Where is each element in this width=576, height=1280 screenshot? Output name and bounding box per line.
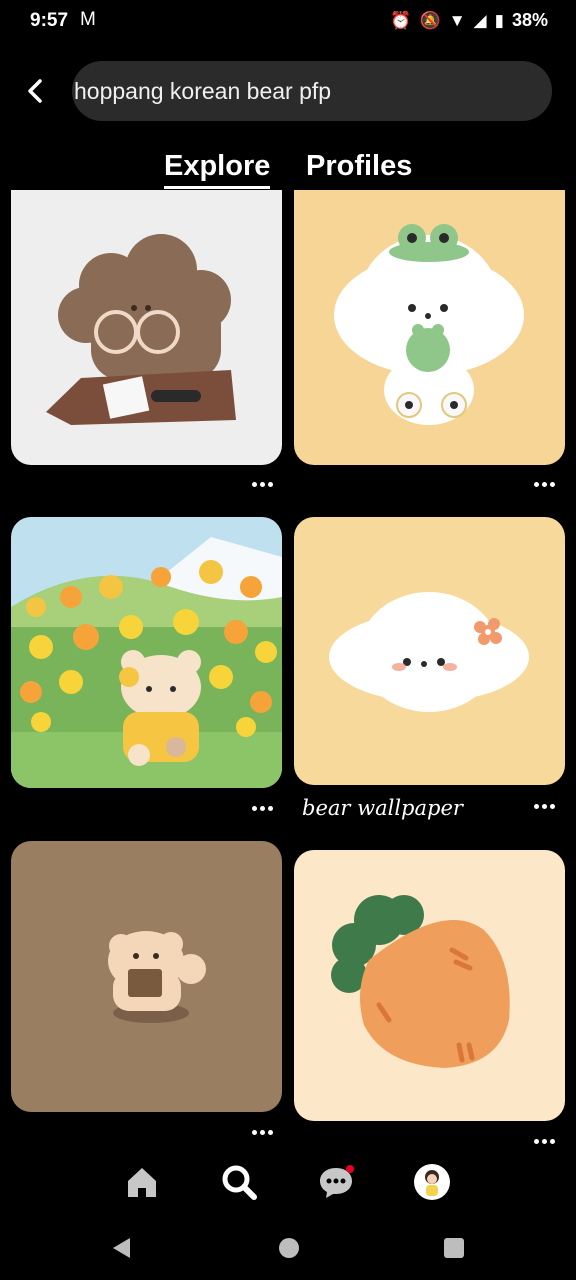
nav-messages[interactable] <box>314 1160 358 1204</box>
more-options-button[interactable] <box>248 476 276 492</box>
pin-image[interactable] <box>11 190 282 465</box>
battery-percent: 38% <box>511 10 548 30</box>
recents-square-icon[interactable] <box>442 1236 466 1260</box>
mute-icon: 🔕 <box>419 10 441 30</box>
battery-icon: ▮ <box>494 10 504 30</box>
tab-bar: Explore Profiles <box>0 150 576 190</box>
chevron-left-icon <box>28 79 42 103</box>
home-circle-icon[interactable] <box>277 1236 301 1260</box>
notification-dot <box>346 1165 354 1173</box>
puppy-face-illustration <box>294 517 565 785</box>
tab-profiles-label: Profiles <box>306 150 413 182</box>
pin-image[interactable] <box>11 841 282 1112</box>
carrot-illustration <box>294 850 565 1121</box>
signal-icon: ◢ <box>473 10 487 30</box>
search-query: hoppang korean bear pfp <box>74 77 332 104</box>
more-options-button[interactable] <box>530 1133 558 1149</box>
alarm-icon: ⏰ <box>390 10 412 30</box>
pin-image[interactable] <box>294 517 565 785</box>
search-icon <box>222 1165 257 1200</box>
poodle-illustration <box>11 190 282 465</box>
profile-avatar <box>414 1164 450 1200</box>
more-options-button[interactable] <box>530 476 558 492</box>
pin-caption: bear wallpaper <box>302 796 463 820</box>
tab-profiles[interactable]: Profiles <box>306 150 412 183</box>
bear-box-illustration <box>11 841 282 1112</box>
back-triangle-icon[interactable] <box>110 1236 134 1260</box>
bear-flowers-illustration <box>11 517 282 788</box>
puppy-frog-illustration <box>294 190 565 465</box>
gmail-icon: M <box>80 9 96 30</box>
pin-image[interactable] <box>294 190 565 465</box>
pin-image[interactable] <box>294 850 565 1121</box>
system-nav-bar <box>0 1216 576 1280</box>
back-button[interactable] <box>18 74 52 108</box>
home-icon <box>128 1168 156 1197</box>
more-options-button[interactable] <box>248 1124 276 1140</box>
active-tab-indicator <box>164 186 271 189</box>
pin-image[interactable] <box>11 517 282 788</box>
status-icons: ⏰ 🔕 ▼ ◢ ▮ 38% <box>390 10 548 31</box>
tab-explore[interactable]: Explore <box>164 150 271 189</box>
bottom-nav <box>0 1150 576 1214</box>
more-options-button[interactable] <box>530 798 558 814</box>
status-bar: 9:57 M ⏰ 🔕 ▼ ◢ ▮ 38% <box>0 0 576 42</box>
status-time: 9:57 <box>30 10 69 31</box>
tab-explore-label: Explore <box>164 150 271 182</box>
wifi-icon: ▼ <box>448 10 466 30</box>
nav-home[interactable] <box>120 1160 164 1204</box>
search-input[interactable]: hoppang korean bear pfp <box>72 61 552 121</box>
more-options-button[interactable] <box>248 800 276 816</box>
nav-search[interactable] <box>217 1160 261 1204</box>
nav-profile[interactable] <box>410 1160 454 1204</box>
